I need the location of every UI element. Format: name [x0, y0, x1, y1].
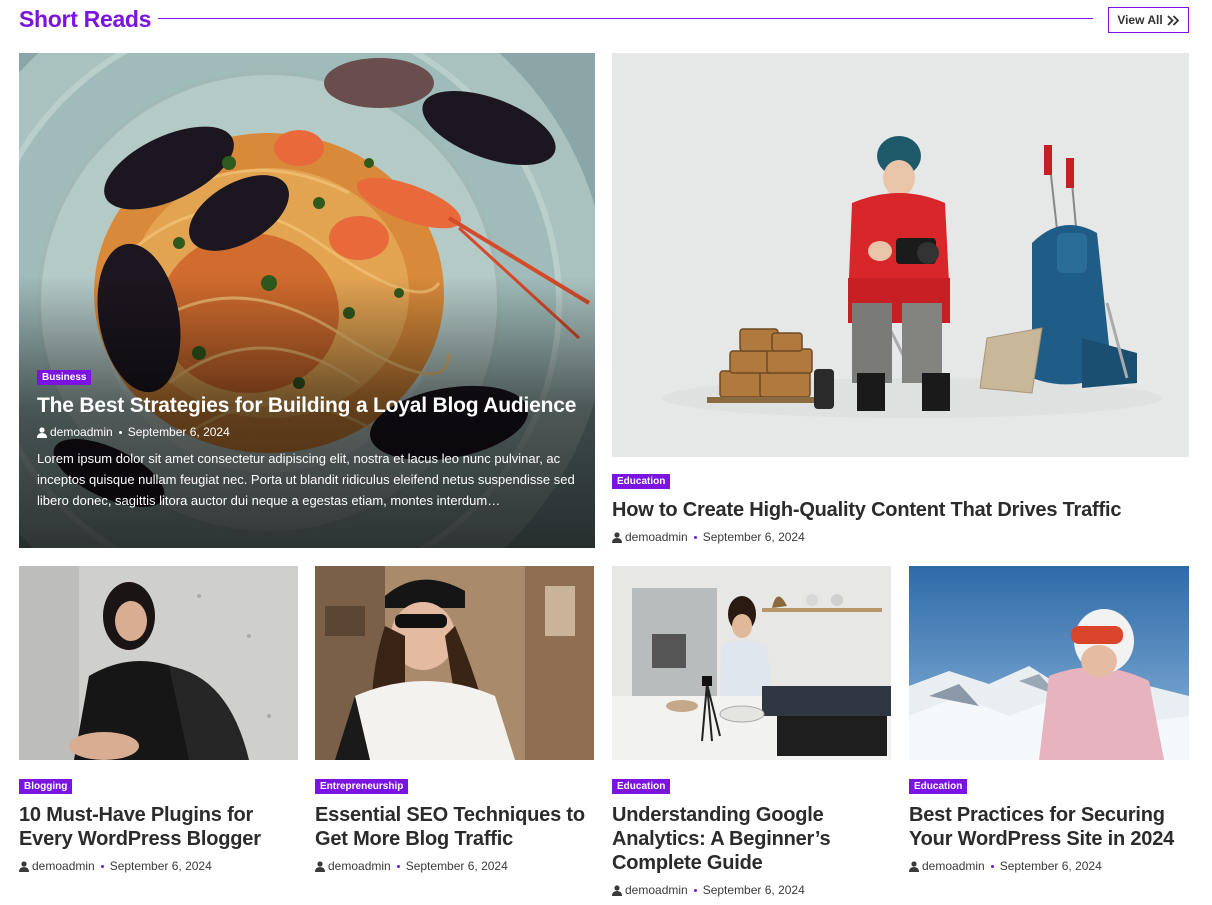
hero-author-link[interactable]: demoadmin	[50, 425, 113, 439]
card-image[interactable]	[612, 566, 891, 760]
section-header: Short Reads View All	[19, 6, 1189, 36]
hiker-illustration	[612, 53, 1189, 457]
user-icon	[612, 531, 622, 543]
feature-image[interactable]	[612, 53, 1189, 457]
card-title[interactable]: Best Practices for Securing Your WordPre…	[909, 803, 1189, 851]
card-image[interactable]	[19, 566, 298, 760]
section-divider	[158, 18, 1093, 19]
section-title: Short Reads	[19, 6, 152, 32]
card-meta: demoadmin September 6, 2024	[909, 859, 1102, 873]
card-title[interactable]: Understanding Google Analytics: A Beginn…	[612, 803, 891, 875]
view-all-label: View All	[1117, 13, 1163, 27]
meta-separator	[100, 864, 104, 868]
card-category-badge[interactable]: Blogging	[19, 779, 73, 794]
feature-author-link[interactable]: demoadmin	[625, 530, 688, 544]
feature-title[interactable]: How to Create High-Quality Content That …	[612, 498, 1189, 522]
card-author-link[interactable]: demoadmin	[32, 859, 95, 873]
feature-date-link[interactable]: September 6, 2024	[703, 530, 805, 544]
card-category-badge[interactable]: Entrepreneurship	[315, 779, 409, 794]
card-title[interactable]: 10 Must-Have Plugins for Every WordPress…	[19, 803, 298, 851]
woman-street-illustration	[315, 566, 594, 760]
card-image[interactable]	[315, 566, 594, 760]
card-date-link[interactable]: September 6, 2024	[1000, 859, 1102, 873]
user-icon	[37, 426, 47, 438]
card-title[interactable]: Essential SEO Techniques to Get More Blo…	[315, 803, 594, 851]
kitchen-illustration	[612, 566, 891, 760]
double-chevron-right-icon	[1167, 14, 1179, 26]
view-all-button[interactable]: View All	[1108, 7, 1189, 33]
meta-separator	[396, 864, 400, 868]
skier-mountain-illustration	[909, 566, 1189, 760]
card-author-link[interactable]: demoadmin	[328, 859, 391, 873]
woman-portrait-illustration	[19, 566, 298, 760]
meta-separator	[118, 430, 122, 434]
hero-meta: demoadmin September 6, 2024	[37, 425, 230, 439]
hero-date-link[interactable]: September 6, 2024	[128, 425, 230, 439]
feature-category-badge[interactable]: Education	[612, 474, 671, 489]
card-category-badge[interactable]: Education	[612, 779, 671, 794]
meta-separator	[693, 535, 697, 539]
card-meta: demoadmin September 6, 2024	[612, 883, 805, 897]
card-author-link[interactable]: demoadmin	[922, 859, 985, 873]
card-meta: demoadmin September 6, 2024	[315, 859, 508, 873]
user-icon	[909, 860, 919, 872]
card-image[interactable]	[909, 566, 1189, 760]
hero-title[interactable]: The Best Strategies for Building a Loyal…	[37, 394, 587, 418]
card-author-link[interactable]: demoadmin	[625, 883, 688, 897]
hero-category-badge[interactable]: Business	[37, 370, 92, 385]
card-date-link[interactable]: September 6, 2024	[110, 859, 212, 873]
hero-excerpt: Lorem ipsum dolor sit amet consectetur a…	[37, 451, 575, 508]
card-date-link[interactable]: September 6, 2024	[406, 859, 508, 873]
card-meta: demoadmin September 6, 2024	[19, 859, 212, 873]
user-icon	[315, 860, 325, 872]
card-category-badge[interactable]: Education	[909, 779, 968, 794]
feature-meta: demoadmin September 6, 2024	[612, 530, 805, 544]
card-date-link[interactable]: September 6, 2024	[703, 883, 805, 897]
user-icon	[612, 884, 622, 896]
meta-separator	[990, 864, 994, 868]
user-icon	[19, 860, 29, 872]
meta-separator	[693, 888, 697, 892]
